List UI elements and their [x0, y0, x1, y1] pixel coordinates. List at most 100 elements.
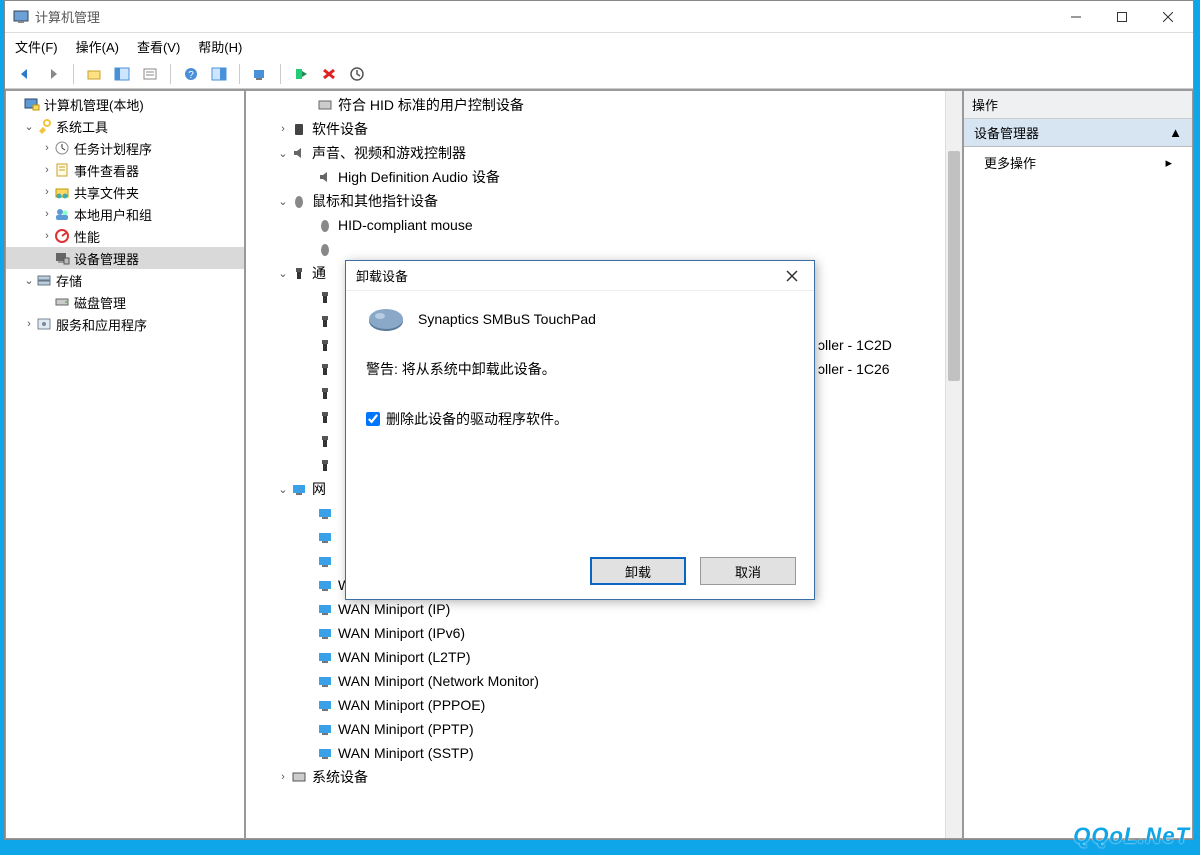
properties-button[interactable] [138, 62, 162, 86]
tree-label: 任务计划程序 [74, 139, 152, 158]
tree-task-scheduler[interactable]: › 任务计划程序 [6, 137, 244, 159]
up-button[interactable] [82, 62, 106, 86]
dev-wan-l2tp[interactable]: WAN Miniport (L2TP) [246, 645, 962, 669]
device-label: 网 [312, 479, 326, 499]
dev-wan-netmon[interactable]: WAN Miniport (Network Monitor) [246, 669, 962, 693]
collapse-icon[interactable]: ⌄ [276, 483, 290, 496]
expand-icon[interactable]: › [40, 142, 54, 154]
collapse-icon[interactable]: ⌄ [276, 267, 290, 280]
tree-disk-management[interactable]: 磁盘管理 [6, 291, 244, 313]
view-details-button[interactable] [207, 62, 231, 86]
close-button[interactable] [1145, 2, 1191, 32]
mouse-icon [316, 241, 334, 257]
cancel-button[interactable]: 取消 [700, 557, 796, 585]
dev-software[interactable]: › 软件设备 [246, 117, 962, 141]
minimize-button[interactable] [1053, 2, 1099, 32]
services-icon [36, 316, 52, 332]
show-hide-tree-button[interactable] [110, 62, 134, 86]
tree-shared-folders[interactable]: › 共享文件夹 [6, 181, 244, 203]
dev-sound[interactable]: ⌄声音、视频和游戏控制器 [246, 141, 962, 165]
update-driver-button[interactable] [345, 62, 369, 86]
touchpad-icon [366, 305, 406, 333]
left-tree[interactable]: 计算机管理(本地) ⌄ 系统工具 › 任务计划程序 › 事件查看器 › 共享文件… [5, 90, 245, 839]
network-icon [316, 745, 334, 761]
collapse-icon[interactable]: ⌄ [22, 120, 36, 133]
usb-icon [316, 289, 334, 305]
collapse-icon[interactable]: ⌄ [22, 274, 36, 287]
tree-root[interactable]: 计算机管理(本地) [6, 93, 244, 115]
dev-hd-audio[interactable]: High Definition Audio 设备 [246, 165, 962, 189]
expand-icon[interactable]: › [40, 208, 54, 220]
dev-wan-pptp[interactable]: WAN Miniport (PPTP) [246, 717, 962, 741]
mouse-icon [316, 217, 334, 233]
network-icon [316, 529, 334, 545]
expand-icon[interactable]: › [40, 230, 54, 242]
device-label: 通 [312, 263, 326, 283]
dev-wan-ip[interactable]: WAN Miniport (IP) [246, 597, 962, 621]
uninstall-button[interactable]: 卸载 [590, 557, 686, 585]
dialog-titlebar: 卸载设备 [346, 261, 814, 291]
expand-icon[interactable]: › [276, 771, 290, 783]
dialog-delete-driver-checkbox[interactable]: 删除此设备的驱动程序软件。 [366, 409, 794, 429]
uninstall-device-button[interactable] [317, 62, 341, 86]
actions-section[interactable]: 设备管理器 ▲ [964, 119, 1192, 147]
checkbox-input[interactable] [366, 412, 380, 426]
network-icon [316, 625, 334, 641]
help-button[interactable]: ? [179, 62, 203, 86]
tree-services[interactable]: › 服务和应用程序 [6, 313, 244, 335]
tree-local-users[interactable]: › 本地用户和组 [6, 203, 244, 225]
dev-wan-ipv6[interactable]: WAN Miniport (IPv6) [246, 621, 962, 645]
users-icon [54, 206, 70, 222]
dev-hidden-mouse[interactable] [246, 237, 962, 261]
speaker-icon [316, 169, 334, 185]
actions-header: 操作 [964, 91, 1192, 119]
dev-mouse-cat[interactable]: ⌄鼠标和其他指针设备 [246, 189, 962, 213]
mouse-icon [290, 193, 308, 209]
menu-file[interactable]: 文件(F) [15, 37, 58, 56]
dev-system[interactable]: ›系统设备 [246, 765, 962, 789]
back-button[interactable] [13, 62, 37, 86]
menu-action[interactable]: 操作(A) [76, 37, 119, 56]
usb-icon [316, 385, 334, 401]
maximize-button[interactable] [1099, 2, 1145, 32]
chevron-right-icon: ▸ [1165, 155, 1172, 171]
enable-device-button[interactable] [289, 62, 313, 86]
device-label: ɔller - 1C26 [818, 361, 890, 377]
device-label: 软件设备 [312, 119, 368, 139]
separator [280, 64, 281, 84]
dev-wan-pppoe[interactable]: WAN Miniport (PPPOE) [246, 693, 962, 717]
tree-device-manager[interactable]: 设备管理器 [6, 247, 244, 269]
dialog-body: Synaptics SMBuS TouchPad 警告: 将从系统中卸载此设备。… [346, 291, 814, 543]
forward-button[interactable] [41, 62, 65, 86]
expand-icon[interactable]: › [276, 123, 290, 135]
scrollbar[interactable] [945, 91, 962, 838]
dialog-title: 卸载设备 [356, 266, 776, 285]
collapse-icon[interactable]: ⌄ [276, 195, 290, 208]
toolbar: ? [5, 59, 1193, 89]
tree-label: 事件查看器 [74, 161, 139, 180]
tree-system-tools[interactable]: ⌄ 系统工具 [6, 115, 244, 137]
menu-view[interactable]: 查看(V) [137, 37, 180, 56]
device-label: HID-compliant mouse [338, 217, 473, 233]
device-label: WAN Miniport (Network Monitor) [338, 673, 539, 689]
dev-wan-sstp[interactable]: WAN Miniport (SSTP) [246, 741, 962, 765]
collapse-icon[interactable]: ⌄ [276, 147, 290, 160]
device-label: WAN Miniport (PPPOE) [338, 697, 485, 713]
expand-icon[interactable]: › [40, 164, 54, 176]
dev-hid-mouse[interactable]: HID-compliant mouse [246, 213, 962, 237]
dialog-close-button[interactable] [776, 264, 808, 288]
tree-label: 系统工具 [56, 117, 108, 136]
scrollbar-thumb[interactable] [948, 151, 960, 381]
expand-icon[interactable]: › [22, 318, 36, 330]
tree-performance[interactable]: › 性能 [6, 225, 244, 247]
action-more[interactable]: 更多操作 ▸ [964, 147, 1192, 178]
tree-event-viewer[interactable]: › 事件查看器 [6, 159, 244, 181]
scan-hardware-button[interactable] [248, 62, 272, 86]
expand-icon[interactable]: › [40, 186, 54, 198]
uninstall-dialog: 卸载设备 Synaptics SMBuS TouchPad 警告: 将从系统中卸… [345, 260, 815, 600]
menu-help[interactable]: 帮助(H) [198, 37, 242, 56]
dev-hid-std[interactable]: 符合 HID 标准的用户控制设备 [246, 93, 962, 117]
collapse-icon[interactable]: ▲ [1169, 125, 1182, 140]
tree-storage[interactable]: ⌄ 存储 [6, 269, 244, 291]
clock-icon [54, 140, 70, 156]
